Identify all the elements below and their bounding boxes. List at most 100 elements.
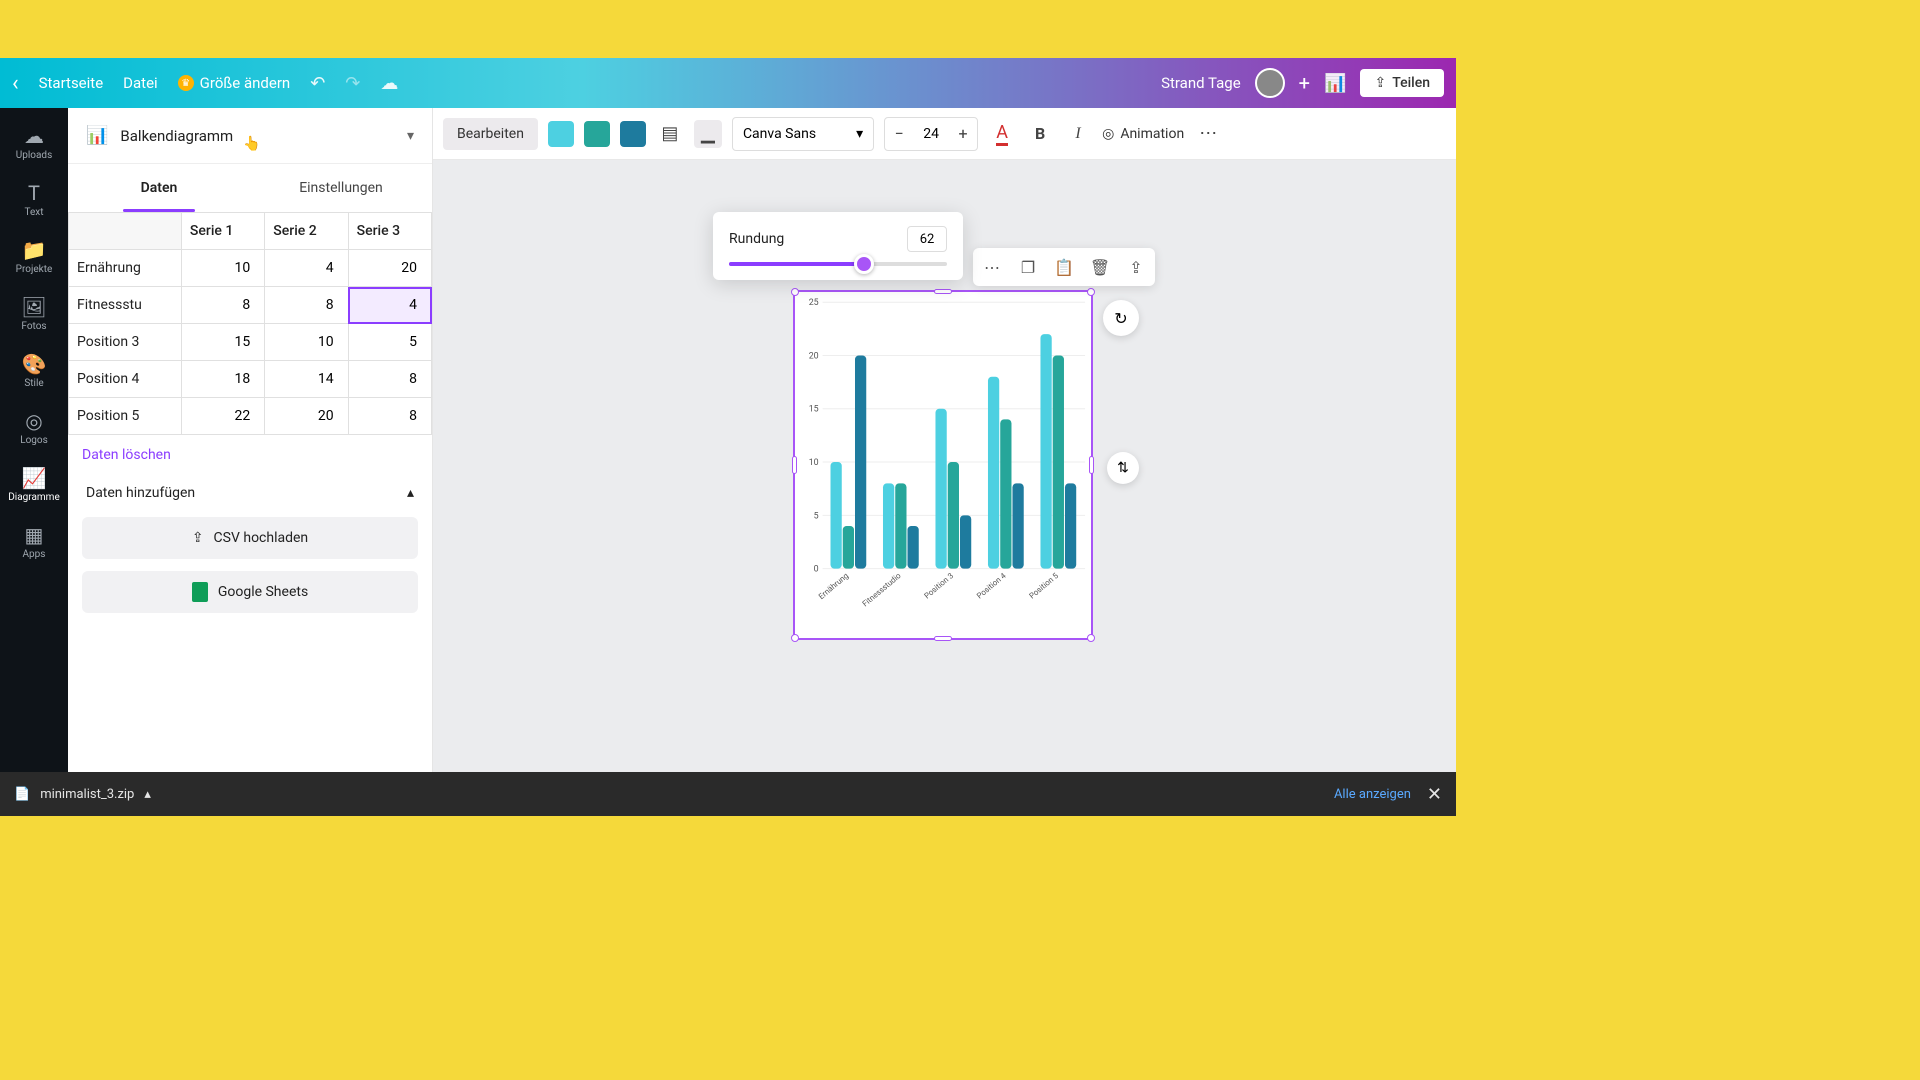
cell[interactable]: 20 xyxy=(348,250,431,287)
home-link[interactable]: Startseite xyxy=(39,74,104,92)
rail-logos[interactable]: ◎Logos xyxy=(0,401,68,454)
avatar[interactable] xyxy=(1255,68,1285,98)
italic-icon[interactable]: I xyxy=(1064,120,1092,148)
rail-apps[interactable]: ▦Apps xyxy=(0,515,68,568)
apps-icon: ▦ xyxy=(25,523,44,547)
resize-handle[interactable] xyxy=(791,288,799,296)
table-corner[interactable] xyxy=(69,213,182,250)
close-icon[interactable]: ✕ xyxy=(1427,784,1442,805)
svg-text:Position 4: Position 4 xyxy=(975,571,1008,601)
resize-handle[interactable] xyxy=(1087,634,1095,642)
chevron-up-icon[interactable]: ▴ xyxy=(144,787,151,802)
rail-projects[interactable]: 📁Projekte xyxy=(0,230,68,283)
chart-type-label: Balkendiagramm xyxy=(120,127,395,145)
font-size-minus[interactable]: − xyxy=(885,118,913,150)
col-header[interactable]: Serie 1 xyxy=(181,213,264,250)
spacing-icon[interactable]: ▤ xyxy=(656,120,684,148)
rail-diagrams[interactable]: 📈Diagramme xyxy=(0,458,68,511)
row-header[interactable]: Position 3 xyxy=(69,324,182,361)
color-swatch-1[interactable] xyxy=(548,121,574,147)
undo-icon[interactable]: ↶ xyxy=(310,73,325,94)
color-swatch-3[interactable] xyxy=(620,121,646,147)
row-header[interactable]: Position 5 xyxy=(69,398,182,435)
tab-data[interactable]: Daten xyxy=(68,164,250,212)
download-file[interactable]: 📄 minimalist_3.zip ▴ xyxy=(14,787,151,802)
cell[interactable]: 20 xyxy=(265,398,348,435)
cell[interactable]: 5 xyxy=(348,324,431,361)
rounding-label: Rundung xyxy=(729,231,784,247)
font-family-select[interactable]: Canva Sans ▾ xyxy=(732,117,874,151)
cell[interactable]: 22 xyxy=(181,398,264,435)
cell[interactable]: 8 xyxy=(265,287,348,324)
cell-selected[interactable]: 4 xyxy=(348,287,431,324)
chart-element[interactable]: 0510152025ErnährungFitnessstudioPosition… xyxy=(793,290,1093,640)
col-header[interactable]: Serie 2 xyxy=(265,213,348,250)
share-button[interactable]: ⇪ Teilen xyxy=(1360,69,1444,97)
tab-settings[interactable]: Einstellungen xyxy=(250,164,432,212)
copy-icon[interactable]: 📋 xyxy=(1049,252,1079,282)
insights-icon[interactable]: 📊 xyxy=(1324,73,1346,94)
rail-styles[interactable]: 🎨Stile xyxy=(0,344,68,397)
chart-type-selector[interactable]: 📊 Balkendiagramm ▾ xyxy=(68,108,432,164)
resize-handle[interactable] xyxy=(792,456,797,474)
row-header[interactable]: Ernährung xyxy=(69,250,182,287)
color-swatch-2[interactable] xyxy=(584,121,610,147)
cloud-sync-icon[interactable]: ☁ xyxy=(380,73,398,94)
chart-svg: 0510152025ErnährungFitnessstudioPosition… xyxy=(795,292,1091,638)
resize-handle[interactable] xyxy=(791,634,799,642)
svg-text:Position 3: Position 3 xyxy=(922,571,955,600)
show-all-downloads[interactable]: Alle anzeigen xyxy=(1334,787,1411,802)
resize-handle[interactable] xyxy=(1087,288,1095,296)
bold-icon[interactable]: B xyxy=(1026,120,1054,148)
cell[interactable]: 8 xyxy=(348,398,431,435)
resize-label: Größe ändern xyxy=(200,74,291,92)
duplicate-icon[interactable]: ❐ xyxy=(1013,252,1043,282)
context-toolbar: Bearbeiten ▤ ▁ Canva Sans ▾ − + A B I xyxy=(433,108,1456,160)
resize-button[interactable]: ♛ Größe ändern xyxy=(178,74,291,92)
back-icon[interactable]: ‹ xyxy=(12,71,19,96)
upload-csv-button[interactable]: ⇪ CSV hochladen xyxy=(82,517,418,559)
document-title[interactable]: Strand Tage xyxy=(1161,74,1241,92)
animation-button[interactable]: ◎ Animation xyxy=(1102,126,1184,142)
canvas[interactable]: Rundung 62 ⋯ ❐ 📋 🗑 ⇪ xyxy=(433,160,1456,772)
clear-data-link[interactable]: Daten löschen xyxy=(68,435,432,475)
resize-handle[interactable] xyxy=(934,636,952,641)
rounding-slider[interactable] xyxy=(729,262,947,266)
file-menu[interactable]: Datei xyxy=(123,74,158,92)
more-options-icon[interactable]: ⋯ xyxy=(977,252,1007,282)
row-header[interactable]: Fitnessstu xyxy=(69,287,182,324)
redo-icon[interactable]: ↷ xyxy=(345,73,360,94)
cell[interactable]: 18 xyxy=(181,361,264,398)
resize-handle[interactable] xyxy=(934,289,952,294)
cell[interactable]: 10 xyxy=(181,250,264,287)
folder-icon: 📁 xyxy=(22,238,47,262)
refresh-icon[interactable]: ↻ xyxy=(1103,300,1139,336)
edit-button[interactable]: Bearbeiten xyxy=(443,118,538,150)
corner-rounding-icon[interactable]: ▁ xyxy=(694,120,722,148)
rotate-icon[interactable]: ⇅ xyxy=(1107,452,1139,484)
cell[interactable]: 15 xyxy=(181,324,264,361)
col-header[interactable]: Serie 3 xyxy=(348,213,431,250)
cell[interactable]: 10 xyxy=(265,324,348,361)
row-header[interactable]: Position 4 xyxy=(69,361,182,398)
rounding-value[interactable]: 62 xyxy=(907,226,947,252)
add-data-header[interactable]: Daten hinzufügen ▴ xyxy=(68,475,432,511)
more-icon[interactable]: ⋯ xyxy=(1194,120,1222,148)
rail-uploads[interactable]: ☁Uploads xyxy=(0,116,68,169)
cell[interactable]: 14 xyxy=(265,361,348,398)
google-sheets-button[interactable]: Google Sheets xyxy=(82,571,418,613)
export-icon[interactable]: ⇪ xyxy=(1121,252,1151,282)
slider-thumb[interactable] xyxy=(854,254,874,274)
cell[interactable]: 8 xyxy=(348,361,431,398)
delete-icon[interactable]: 🗑 xyxy=(1085,252,1115,282)
rail-text[interactable]: TText xyxy=(0,173,68,226)
font-size-plus[interactable]: + xyxy=(949,118,977,150)
cell[interactable]: 4 xyxy=(265,250,348,287)
svg-text:Position 5: Position 5 xyxy=(1027,571,1060,601)
font-size-input[interactable] xyxy=(913,126,949,142)
add-collaborator-icon[interactable]: + xyxy=(1299,71,1310,95)
cell[interactable]: 8 xyxy=(181,287,264,324)
resize-handle[interactable] xyxy=(1089,456,1094,474)
text-color-icon[interactable]: A xyxy=(988,120,1016,148)
rail-photos[interactable]: 🖼Fotos xyxy=(0,287,68,340)
